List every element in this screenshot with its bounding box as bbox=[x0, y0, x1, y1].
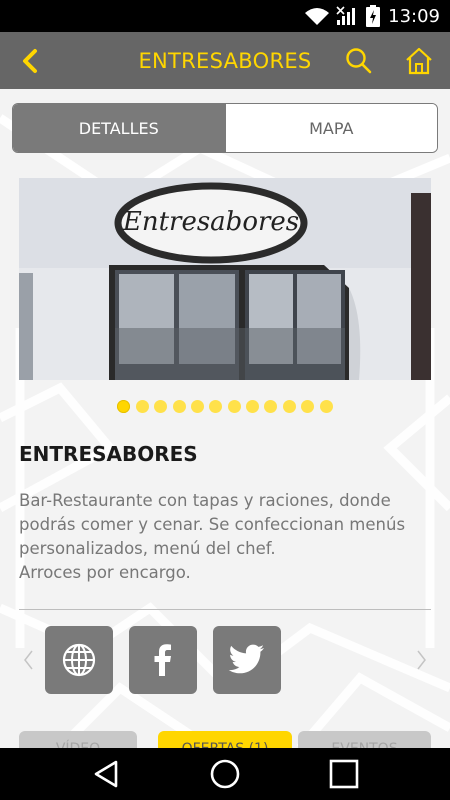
carousel-dot[interactable] bbox=[117, 400, 131, 413]
page-title: ENTRESABORES bbox=[138, 49, 312, 73]
carousel-indicator bbox=[0, 400, 450, 416]
tab-details[interactable]: DETALLES bbox=[13, 104, 225, 152]
business-description: Bar-Restaurante con tapas y raciones, do… bbox=[19, 491, 406, 582]
carousel-dot[interactable] bbox=[264, 400, 278, 413]
wifi-icon bbox=[304, 6, 330, 26]
tab-map[interactable]: MAPA bbox=[224, 104, 437, 152]
carousel-dot[interactable] bbox=[227, 400, 241, 413]
search-icon[interactable] bbox=[345, 47, 373, 75]
twitter-button[interactable] bbox=[213, 626, 281, 694]
carousel-dot[interactable] bbox=[246, 400, 260, 413]
system-navigation-bar bbox=[0, 748, 450, 800]
twitter-icon bbox=[228, 644, 264, 674]
divider bbox=[19, 609, 431, 610]
battery-charging-icon bbox=[366, 5, 381, 27]
recents-square-icon[interactable] bbox=[328, 758, 360, 790]
back-triangle-icon[interactable] bbox=[90, 758, 122, 790]
bottom-section-tabs: VÍDEO OFERTAS (1) EVENTOS bbox=[19, 731, 431, 748]
carousel-dot[interactable] bbox=[172, 400, 186, 413]
status-time: 13:09 bbox=[388, 5, 440, 27]
website-button[interactable] bbox=[45, 626, 113, 694]
signal-icon bbox=[336, 6, 360, 26]
facebook-button[interactable] bbox=[129, 626, 197, 694]
business-name: ENTRESABORES bbox=[19, 442, 198, 466]
carousel-dot[interactable] bbox=[135, 400, 149, 413]
detail-tabs: DETALLES MAPA bbox=[12, 103, 438, 153]
tab-events[interactable]: EVENTOS bbox=[298, 731, 431, 748]
home-circle-icon[interactable] bbox=[209, 758, 241, 790]
business-photo[interactable]: Entresabores bbox=[19, 178, 431, 380]
chevron-right-icon[interactable] bbox=[416, 648, 428, 672]
carousel-dot[interactable] bbox=[282, 400, 296, 413]
tab-video[interactable]: VÍDEO bbox=[19, 731, 137, 748]
tab-offers[interactable]: OFERTAS (1) bbox=[158, 731, 292, 748]
chevron-left-icon[interactable] bbox=[22, 648, 34, 672]
app-bar: ENTRESABORES bbox=[0, 32, 450, 89]
sign-text: Entresabores bbox=[122, 207, 299, 237]
carousel-dot[interactable] bbox=[301, 400, 315, 413]
globe-icon bbox=[62, 643, 96, 677]
carousel-dot[interactable] bbox=[319, 400, 333, 413]
carousel-dot[interactable] bbox=[190, 400, 204, 413]
home-icon[interactable] bbox=[404, 46, 434, 76]
facebook-icon bbox=[154, 644, 171, 676]
status-bar: 13:09 bbox=[0, 0, 450, 32]
carousel-dot[interactable] bbox=[154, 400, 168, 413]
carousel-dot[interactable] bbox=[209, 400, 223, 413]
